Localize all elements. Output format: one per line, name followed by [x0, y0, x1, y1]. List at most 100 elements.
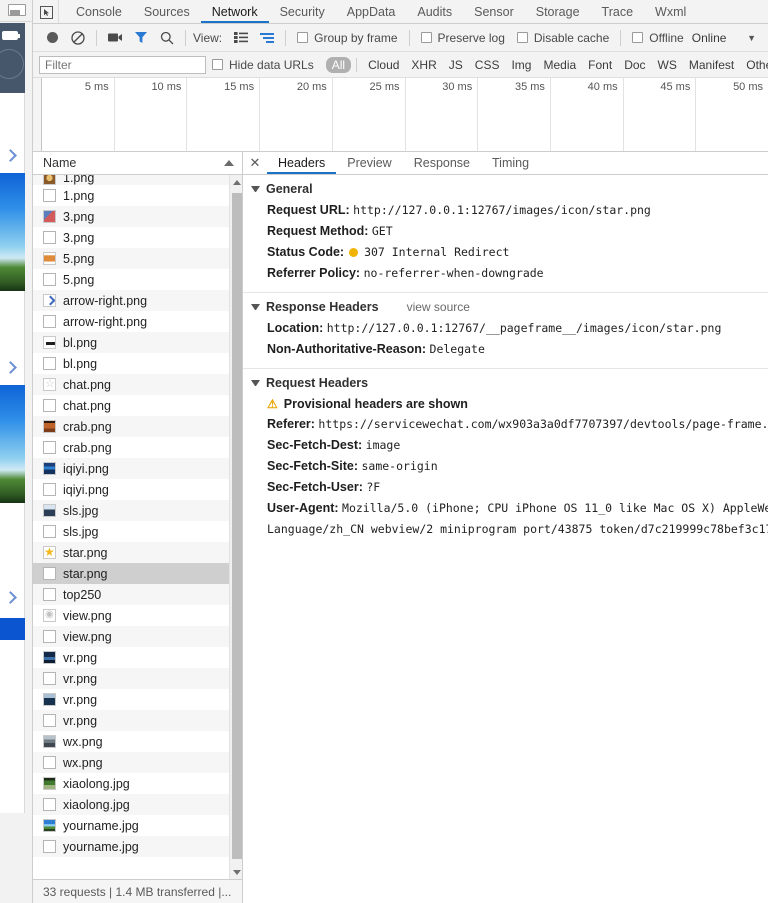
type-filter-xhr[interactable]: XHR [405, 57, 442, 73]
type-filter-media[interactable]: Media [537, 57, 582, 73]
request-row[interactable]: vr.png [33, 668, 229, 689]
preserve-log-checkbox[interactable]: Preserve log [420, 31, 505, 45]
status-code-row: Status Code: 307 Internal Redirect [243, 242, 768, 263]
list-scrollbar[interactable] [229, 175, 242, 879]
request-row[interactable]: iqiyi.png [33, 458, 229, 479]
request-row[interactable]: 3.png [33, 227, 229, 248]
request-row[interactable]: star.png [33, 542, 229, 563]
tab-wxml[interactable]: Wxml [644, 0, 697, 23]
group-by-frame-checkbox[interactable]: Group by frame [297, 31, 398, 45]
request-row[interactable]: 1.png [33, 175, 229, 185]
type-filter-css[interactable]: CSS [469, 57, 506, 73]
close-icon[interactable]: ✕ [243, 152, 267, 174]
overview-tick: 5 ms [42, 78, 115, 151]
request-row[interactable]: view.png [33, 626, 229, 647]
request-row[interactable]: vr.png [33, 710, 229, 731]
tab-headers[interactable]: Headers [267, 152, 336, 174]
type-filter-all[interactable]: All [325, 56, 352, 73]
throttling-select[interactable]: Online [692, 31, 727, 45]
chevron-right-icon [4, 361, 17, 374]
request-row[interactable]: top250 [33, 584, 229, 605]
request-row[interactable]: bl.png [33, 353, 229, 374]
type-filter-cloud[interactable]: Cloud [362, 57, 405, 73]
view-source-link[interactable]: view source [407, 300, 470, 314]
request-headers-header[interactable]: Request Headers [243, 375, 768, 394]
offline-checkbox[interactable]: Offline [632, 31, 684, 45]
thumbnail-swatch [44, 778, 55, 789]
search-icon[interactable] [154, 25, 180, 51]
tab-security[interactable]: Security [269, 0, 336, 23]
network-overview-timeline[interactable]: 5 ms 10 ms 15 ms 20 ms 25 ms 30 ms 35 ms… [33, 78, 768, 152]
request-row[interactable]: bl.png [33, 332, 229, 353]
request-row[interactable]: 1.png [33, 185, 229, 206]
request-row[interactable]: wx.png [33, 752, 229, 773]
request-row[interactable]: sls.jpg [33, 500, 229, 521]
request-row[interactable]: 3.png [33, 206, 229, 227]
type-filter-js[interactable]: JS [443, 57, 469, 73]
tick-label: 20 ms [296, 81, 327, 93]
request-row[interactable]: iqiyi.png [33, 479, 229, 500]
waterfall-view-icon[interactable] [254, 25, 280, 51]
devtools-panel: Console Sources Network Security AppData… [32, 0, 768, 903]
request-row[interactable]: 5.png [33, 248, 229, 269]
tab-timing[interactable]: Timing [481, 152, 540, 174]
request-row[interactable]: sls.jpg [33, 521, 229, 542]
sec-fetch-dest-value: image [365, 438, 401, 452]
clear-button[interactable] [65, 25, 91, 51]
request-row[interactable]: yourname.jpg [33, 815, 229, 836]
tab-sources[interactable]: Sources [133, 0, 201, 23]
image-thumbnail-icon [43, 175, 56, 185]
request-row[interactable]: arrow-right.png [33, 290, 229, 311]
request-row[interactable]: 5.png [33, 269, 229, 290]
tab-trace[interactable]: Trace [591, 0, 645, 23]
tab-sensor[interactable]: Sensor [463, 0, 525, 23]
triangle-up-icon [232, 179, 241, 185]
avatar [0, 49, 24, 79]
response-headers-header[interactable]: Response Headers view source [243, 299, 768, 318]
disable-cache-checkbox[interactable]: Disable cache [516, 31, 609, 45]
filter-icon[interactable] [128, 25, 154, 51]
response-headers-title: Response Headers [266, 300, 379, 314]
request-row[interactable]: xiaolong.jpg [33, 794, 229, 815]
type-filter-img[interactable]: Img [505, 57, 537, 73]
request-row[interactable]: crab.png [33, 416, 229, 437]
filter-input[interactable] [39, 55, 206, 74]
type-filter-ws[interactable]: WS [652, 57, 683, 73]
request-row[interactable]: vr.png [33, 689, 229, 710]
scroll-down-button[interactable] [230, 865, 242, 879]
column-header-name[interactable]: Name [33, 152, 242, 175]
request-row[interactable]: yourname.jpg [33, 836, 229, 857]
request-row[interactable]: chat.png [33, 395, 229, 416]
type-filter-doc[interactable]: Doc [618, 57, 651, 73]
request-row[interactable]: arrow-right.png [33, 311, 229, 332]
list-view-icon[interactable] [228, 25, 254, 51]
request-row[interactable]: view.png [33, 605, 229, 626]
tab-response[interactable]: Response [403, 152, 481, 174]
request-name: bl.png [63, 335, 98, 350]
scroll-up-button[interactable] [230, 175, 242, 189]
type-filter-font[interactable]: Font [582, 57, 618, 73]
type-filter-other[interactable]: Other [740, 57, 768, 73]
request-row[interactable]: wx.png [33, 731, 229, 752]
document-icon [43, 840, 56, 853]
chevron-down-icon[interactable]: ▼ [747, 33, 756, 43]
type-filter-manifest[interactable]: Manifest [683, 57, 740, 73]
tab-appdata[interactable]: AppData [336, 0, 407, 23]
hide-data-urls-checkbox[interactable]: Hide data URLs [212, 58, 314, 72]
record-button[interactable] [39, 25, 65, 51]
request-row[interactable]: xiaolong.jpg [33, 773, 229, 794]
request-row[interactable]: crab.png [33, 437, 229, 458]
tab-console[interactable]: Console [65, 0, 133, 23]
tab-network[interactable]: Network [201, 0, 269, 23]
tab-preview[interactable]: Preview [336, 152, 402, 174]
inspect-element-button[interactable] [33, 0, 59, 23]
scrollbar-thumb[interactable] [232, 193, 242, 859]
request-row[interactable]: vr.png [33, 647, 229, 668]
capture-screenshots-icon[interactable] [102, 25, 128, 51]
tab-audits[interactable]: Audits [406, 0, 463, 23]
request-row[interactable]: star.png [33, 563, 229, 584]
general-section-header[interactable]: General [243, 181, 768, 200]
request-name: star.png [63, 545, 108, 560]
request-row[interactable]: chat.png [33, 374, 229, 395]
tab-storage[interactable]: Storage [525, 0, 591, 23]
